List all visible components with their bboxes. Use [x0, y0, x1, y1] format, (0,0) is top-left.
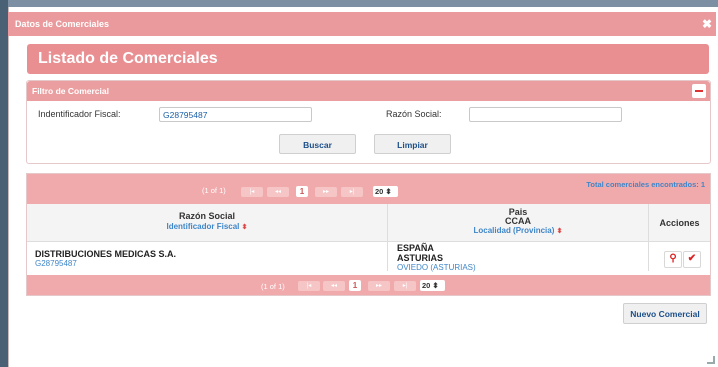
row-identificador[interactable]: G28795487: [35, 259, 77, 268]
id-fiscal-label: Indentificador Fiscal:: [38, 109, 121, 119]
close-icon[interactable]: ✖: [702, 17, 712, 31]
buscar-button[interactable]: Buscar: [279, 134, 356, 154]
window-edge-left: [0, 0, 8, 367]
current-page[interactable]: 1: [296, 186, 308, 197]
row-localidad[interactable]: OVIEDO (ASTURIAS): [397, 263, 476, 272]
resize-handle-icon[interactable]: [707, 356, 715, 364]
pager-info: (1 of 1): [261, 282, 285, 291]
total-count: Total comerciales encontrados: 1: [586, 180, 705, 189]
select-check-icon[interactable]: ✔: [683, 251, 701, 268]
rows-per-page-select[interactable]: 20 ⬍: [420, 280, 445, 291]
next-page-icon[interactable]: ▸▸: [368, 281, 390, 291]
first-page-icon[interactable]: |◂: [298, 281, 320, 291]
last-page-icon[interactable]: ▸|: [341, 187, 363, 197]
page-title: Listado de Comerciales: [38, 50, 218, 67]
col-razon-social[interactable]: Razón Social: [27, 211, 387, 221]
row-pais: ESPAÑA: [397, 243, 434, 253]
col-acciones: Acciones: [659, 218, 700, 228]
pager-top: (1 of 1) |◂ ◂◂ 1 ▸▸ ▸| 20 ⬍ Total comerc…: [27, 174, 710, 204]
sort-icon[interactable]: ⬍: [557, 228, 563, 235]
limpiar-button[interactable]: Limpiar: [374, 134, 451, 154]
next-page-icon[interactable]: ▸▸: [315, 187, 337, 197]
filter-panel: Filtro de Comercial Indentificador Fisca…: [26, 80, 711, 164]
dialog-title: Datos de Comerciales: [15, 19, 110, 29]
current-page[interactable]: 1: [349, 280, 361, 291]
id-fiscal-input[interactable]: G28795487: [159, 107, 312, 122]
col-localidad[interactable]: Localidad (Provincia) ⬍: [388, 226, 648, 235]
window-edge-top: [0, 0, 718, 7]
row-ccaa: ASTURIAS: [397, 253, 444, 263]
page-header: Listado de Comerciales: [27, 44, 709, 74]
results-table: (1 of 1) |◂ ◂◂ 1 ▸▸ ▸| 20 ⬍ Total comerc…: [26, 173, 711, 296]
col-localidad-label: Localidad (Provincia): [473, 226, 555, 235]
last-page-icon[interactable]: ▸|: [394, 281, 416, 291]
column-divider: [387, 204, 388, 271]
razon-social-input[interactable]: [469, 107, 622, 122]
col-ccaa[interactable]: CCAA: [388, 216, 648, 226]
pager-info: (1 of 1): [202, 186, 226, 195]
pager-bottom: (1 of 1) |◂ ◂◂ 1 ▸▸ ▸| 20 ⬍: [27, 275, 710, 295]
first-page-icon[interactable]: |◂: [241, 187, 263, 197]
col-identificador-fiscal[interactable]: Identificador Fiscal ⬍: [27, 222, 387, 231]
collapse-icon[interactable]: [692, 84, 706, 98]
nuevo-comercial-button[interactable]: Nuevo Comercial: [623, 303, 707, 324]
razon-social-label: Razón Social:: [386, 109, 442, 119]
prev-page-icon[interactable]: ◂◂: [323, 281, 345, 291]
rows-per-page-select[interactable]: 20 ⬍: [373, 186, 398, 197]
filter-header: Filtro de Comercial: [27, 81, 710, 101]
col-identificador-label: Identificador Fiscal: [166, 222, 240, 231]
dialog-titlebar: Datos de Comerciales ✖: [8, 12, 716, 36]
table-header: Razón Social Identificador Fiscal ⬍ Pais…: [27, 204, 710, 242]
row-razon-social: DISTRIBUCIONES MEDICAS S.A.: [35, 249, 177, 259]
prev-page-icon[interactable]: ◂◂: [267, 187, 289, 197]
sort-icon[interactable]: ⬍: [242, 224, 248, 231]
filter-title: Filtro de Comercial: [32, 86, 109, 96]
column-divider: [648, 204, 649, 271]
search-icon[interactable]: ⚲: [664, 251, 682, 268]
